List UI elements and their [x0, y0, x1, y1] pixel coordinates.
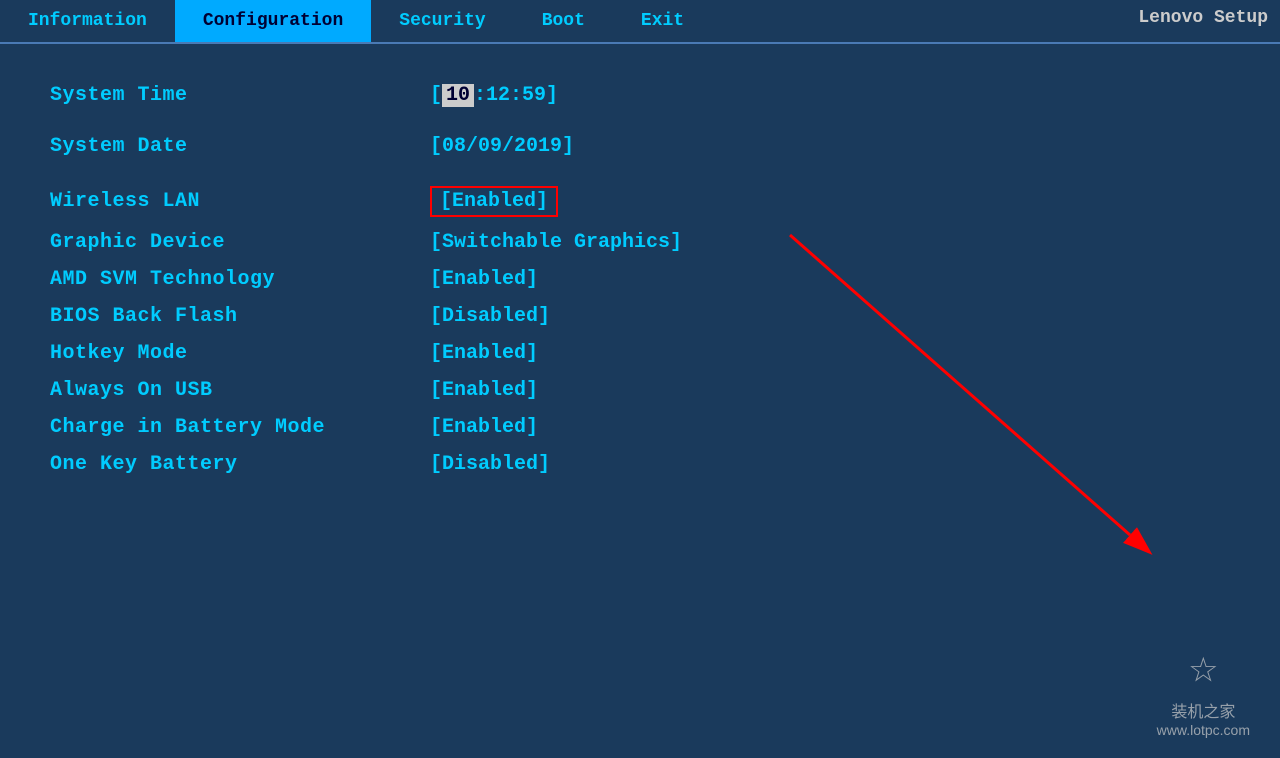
system-time-value[interactable]: [10:12:59] [430, 84, 558, 107]
brand-title: Lenovo Setup [1126, 0, 1280, 36]
hotkey-mode-row: Hotkey Mode [Enabled] [50, 342, 1230, 365]
tab-security[interactable]: Security [371, 0, 513, 42]
tab-exit[interactable]: Exit [613, 0, 712, 42]
graphic-device-value[interactable]: [Switchable Graphics] [430, 231, 682, 254]
tab-information[interactable]: Information [0, 0, 175, 42]
nav-bar: Lenovo Setup Information Configuration S… [0, 0, 1280, 44]
graphic-device-row: Graphic Device [Switchable Graphics] [50, 231, 1230, 254]
one-key-battery-value[interactable]: [Disabled] [430, 453, 550, 476]
watermark-url: www.lotpc.com [1157, 722, 1250, 738]
wireless-lan-label: Wireless LAN [50, 190, 430, 213]
tab-boot[interactable]: Boot [514, 0, 613, 42]
watermark-text: 装机之家 [1157, 698, 1250, 722]
amd-svm-value[interactable]: [Enabled] [430, 268, 538, 291]
charge-battery-value[interactable]: [Enabled] [430, 416, 538, 439]
system-time-row: System Time [10:12:59] [50, 84, 1230, 107]
watermark-star-icon: ☆ [1157, 646, 1250, 694]
wireless-lan-row: Wireless LAN [Enabled] [50, 186, 1230, 217]
always-on-usb-value[interactable]: [Enabled] [430, 379, 538, 402]
bios-back-flash-value[interactable]: [Disabled] [430, 305, 550, 328]
system-date-label: System Date [50, 135, 430, 158]
hotkey-mode-value[interactable]: [Enabled] [430, 342, 538, 365]
watermark: ☆ 装机之家 www.lotpc.com [1157, 646, 1250, 738]
wireless-lan-value[interactable]: [Enabled] [430, 186, 558, 217]
bios-back-flash-row: BIOS Back Flash [Disabled] [50, 305, 1230, 328]
time-hour[interactable]: 10 [442, 84, 474, 107]
always-on-usb-row: Always On USB [Enabled] [50, 379, 1230, 402]
time-bracket-open: [ [430, 84, 442, 107]
system-date-row: System Date [08/09/2019] [50, 135, 1230, 158]
bios-back-flash-label: BIOS Back Flash [50, 305, 430, 328]
one-key-battery-row: One Key Battery [Disabled] [50, 453, 1230, 476]
charge-battery-row: Charge in Battery Mode [Enabled] [50, 416, 1230, 439]
time-rest: :12:59] [474, 84, 558, 107]
always-on-usb-label: Always On USB [50, 379, 430, 402]
system-time-label: System Time [50, 84, 430, 107]
one-key-battery-label: One Key Battery [50, 453, 430, 476]
amd-svm-label: AMD SVM Technology [50, 268, 430, 291]
system-date-value[interactable]: [08/09/2019] [430, 135, 574, 158]
tab-configuration[interactable]: Configuration [175, 0, 371, 42]
charge-battery-label: Charge in Battery Mode [50, 416, 430, 439]
hotkey-mode-label: Hotkey Mode [50, 342, 430, 365]
bios-settings-table: System Time [10:12:59] System Date [08/0… [50, 84, 1230, 476]
amd-svm-row: AMD SVM Technology [Enabled] [50, 268, 1230, 291]
graphic-device-label: Graphic Device [50, 231, 430, 254]
bios-content: System Time [10:12:59] System Date [08/0… [0, 44, 1280, 520]
